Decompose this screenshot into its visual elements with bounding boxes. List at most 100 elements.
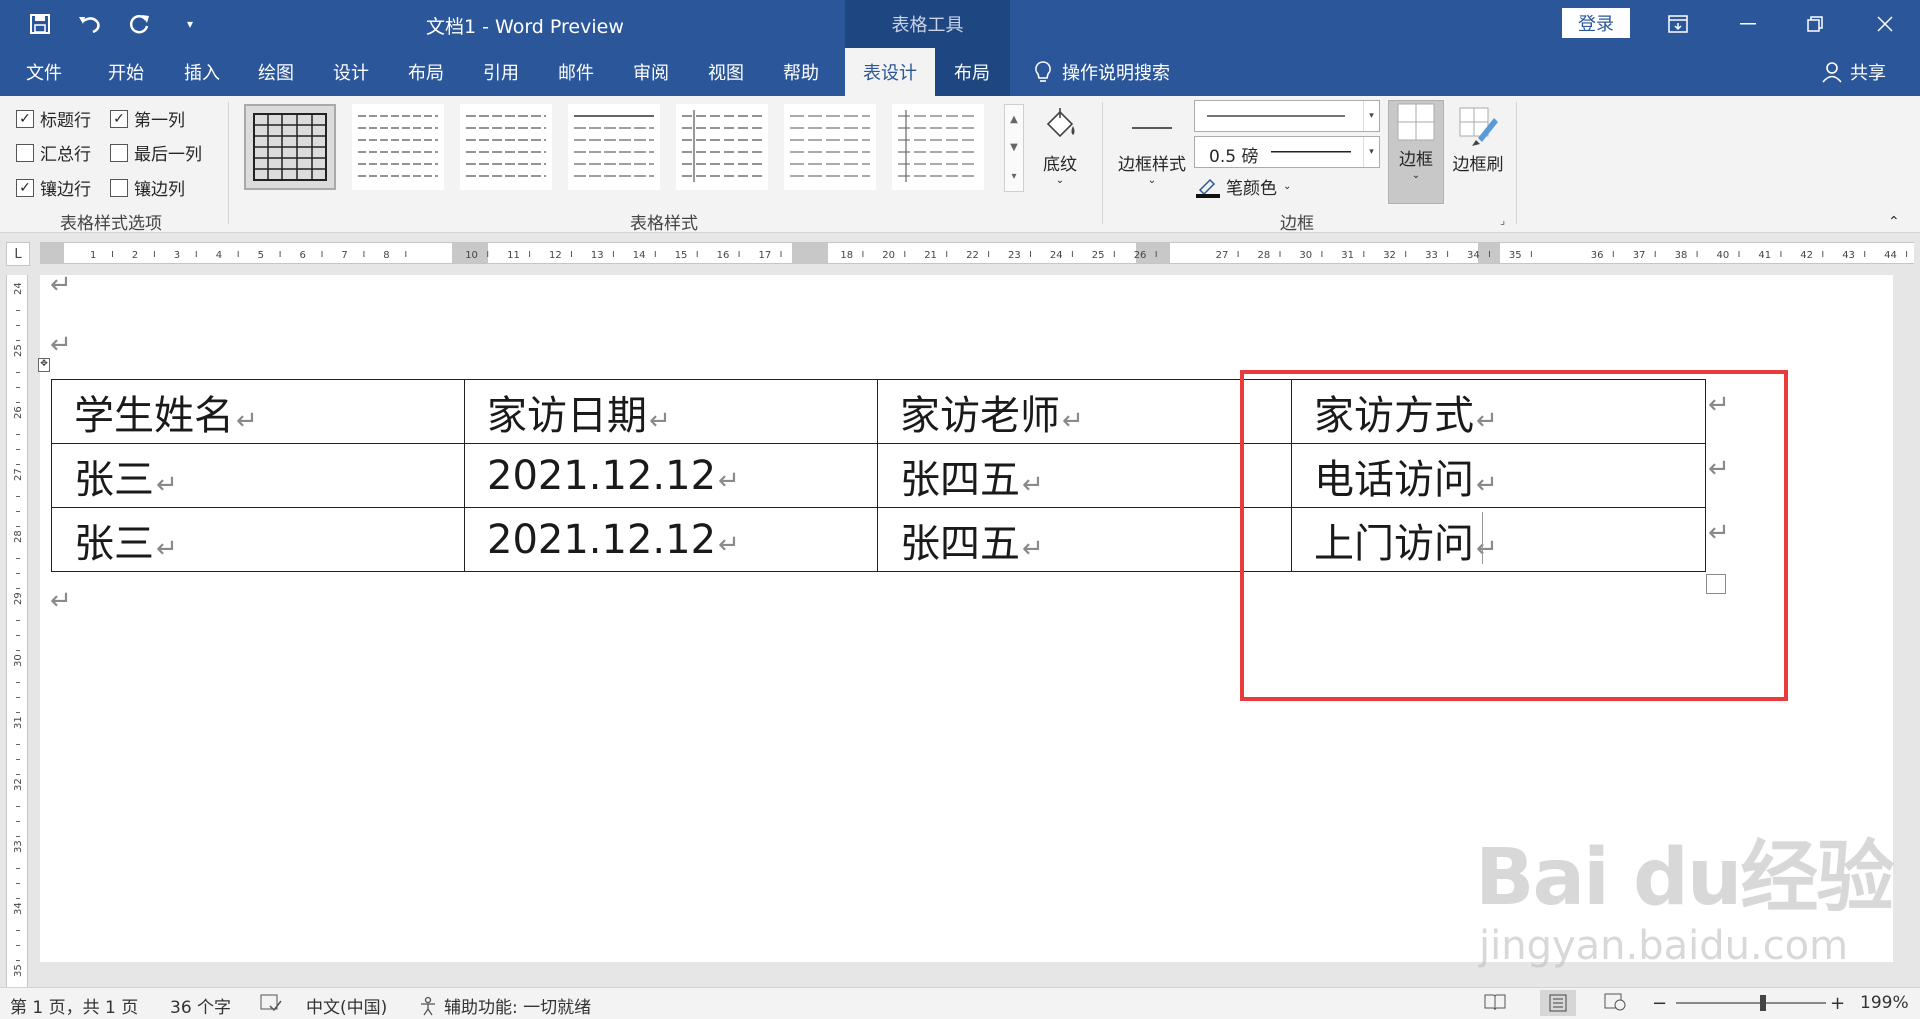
table-cell[interactable]: 家访日期↵ <box>464 379 878 444</box>
scroll-down-icon[interactable]: ▼ <box>1010 142 1018 153</box>
zoom-out-button[interactable]: − <box>1652 993 1667 1014</box>
ruler-tick <box>1279 251 1281 257</box>
tab-table-design[interactable]: 表设计 <box>845 48 935 96</box>
table-cell[interactable]: 张三↵ <box>51 507 465 572</box>
expand-gallery-icon[interactable]: ▾ <box>1011 171 1016 182</box>
proofing-icon[interactable] <box>260 993 282 1018</box>
status-bar: 第 1 页，共 1 页 36 个字 中文(中国) 辅助功能: 一切就绪 − + … <box>0 987 1920 1019</box>
word-count[interactable]: 36 个字 <box>170 993 231 1018</box>
table-style-plain-6[interactable] <box>892 104 984 190</box>
last-column-checkbox[interactable]: 最后一列 <box>110 140 202 165</box>
ruler-tick <box>1864 251 1866 257</box>
ribbon-display-icon[interactable] <box>1648 0 1708 48</box>
ruler-tick <box>862 251 864 257</box>
ruler-tick-label: 8 <box>383 250 389 261</box>
tab-view[interactable]: 视图 <box>696 48 756 96</box>
table-styles-gallery <box>244 104 1024 192</box>
first-column-checkbox[interactable]: ✓ 第一列 <box>110 106 185 131</box>
ruler-tick-label: 23 <box>1008 250 1021 261</box>
ruler-tick <box>16 821 20 822</box>
zoom-slider-thumb[interactable] <box>1760 995 1766 1011</box>
borders-button[interactable]: 边框 ⌄ <box>1388 100 1444 204</box>
ruler-tick <box>1612 251 1614 257</box>
zoom-level[interactable]: 199% <box>1860 993 1909 1013</box>
total-row-checkbox[interactable]: 汇总行 <box>16 140 91 165</box>
tab-review[interactable]: 审阅 <box>621 48 681 96</box>
table-style-plain-4[interactable] <box>676 104 768 190</box>
tab-file[interactable]: 文件 <box>14 48 74 96</box>
tab-design[interactable]: 设计 <box>321 48 381 96</box>
table-style-plain-5[interactable] <box>784 104 876 190</box>
table-cell[interactable]: 张四五↵ <box>877 507 1292 572</box>
redo-icon[interactable] <box>126 10 154 38</box>
ruler-tick <box>1530 251 1532 257</box>
tab-mailings[interactable]: 邮件 <box>546 48 606 96</box>
ruler-tick-label: 4 <box>216 250 222 261</box>
read-mode-icon[interactable] <box>1484 993 1506 1016</box>
ruler-tick-label: 32 <box>13 778 24 791</box>
line-weight-dropdown[interactable]: 0.5 磅 ▾ <box>1194 136 1380 168</box>
ruler-tick-label: 34 <box>13 902 24 915</box>
language[interactable]: 中文(中国) <box>306 993 387 1018</box>
ruler-tick <box>904 251 906 257</box>
tab-layout[interactable]: 布局 <box>396 48 456 96</box>
scroll-up-icon[interactable]: ▲ <box>1010 114 1018 125</box>
zoom-in-button[interactable]: + <box>1830 993 1845 1014</box>
ruler-tick <box>696 251 698 257</box>
ruler-tick <box>612 251 614 257</box>
vertical-scrollbar[interactable] <box>1896 275 1920 987</box>
ruler-tick <box>16 682 20 683</box>
table-cell[interactable]: 2021.12.12↵ <box>464 443 878 508</box>
tell-me-search[interactable]: 操作说明搜索 <box>1034 48 1170 96</box>
ruler-tick <box>153 251 155 257</box>
banded-columns-checkbox[interactable]: 镶边列 <box>110 175 185 200</box>
zoom-slider[interactable] <box>1676 1002 1826 1004</box>
table-cell[interactable]: 2021.12.12↵ <box>464 507 878 572</box>
tab-references[interactable]: 引用 <box>471 48 531 96</box>
minimize-icon[interactable] <box>1718 0 1778 48</box>
tab-insert[interactable]: 插入 <box>172 48 232 96</box>
collapse-ribbon-icon[interactable]: ⌃ <box>1888 214 1900 230</box>
ruler-tick-label: 24 <box>1050 250 1063 261</box>
table-move-handle[interactable]: ✥ <box>38 358 50 372</box>
table-style-plain-3[interactable] <box>568 104 660 190</box>
table-style-grid[interactable] <box>244 104 336 190</box>
page-count[interactable]: 第 1 页，共 1 页 <box>10 993 138 1018</box>
shading-button[interactable]: 底纹 ⌄ <box>1034 104 1086 186</box>
line-style-dropdown[interactable]: ▾ <box>1194 100 1380 132</box>
title-bar: ▾ 文档1 - Word Preview 表格工具 登录 <box>0 0 1920 48</box>
tab-table-layout[interactable]: 布局 <box>942 48 1002 96</box>
print-layout-icon[interactable] <box>1540 990 1576 1016</box>
style-options-group-label: 表格样式选项 <box>60 214 162 234</box>
ruler-area: L 1 2 3 4 5 6 7 8 10 11 12 13 14 15 16 17 18 20 21 22 23 24 25… <box>0 234 1920 274</box>
chevron-down-icon: ⌄ <box>1147 175 1157 186</box>
tab-home[interactable]: 开始 <box>96 48 156 96</box>
tab-help[interactable]: 帮助 <box>771 48 831 96</box>
pen-color-button[interactable]: 笔颜色 ⌄ <box>1196 174 1291 199</box>
accessibility-status[interactable]: 辅助功能: 一切就绪 <box>418 993 591 1018</box>
header-row-checkbox[interactable]: ✓ 标题行 <box>16 106 91 131</box>
border-painter-button[interactable]: 边框刷 <box>1448 104 1508 175</box>
border-styles-button[interactable]: 边框样式 ⌄ <box>1114 104 1190 186</box>
table-style-plain-1[interactable] <box>352 104 444 190</box>
table-style-plain-2[interactable] <box>460 104 552 190</box>
table-cell[interactable]: 张四五↵ <box>877 443 1292 508</box>
tab-draw[interactable]: 绘图 <box>246 48 306 96</box>
undo-icon[interactable] <box>76 10 104 38</box>
gallery-scroll[interactable]: ▲ ▼ ▾ <box>1004 104 1024 192</box>
vertical-ruler[interactable]: 24 25 26 27 28 29 30 31 32 33 34 35 <box>6 275 28 987</box>
tab-selector-icon[interactable]: L <box>6 242 30 266</box>
banded-rows-checkbox[interactable]: ✓ 镶边行 <box>16 175 91 200</box>
table-cell[interactable]: 张三↵ <box>51 443 465 508</box>
dialog-launcher-icon[interactable]: ⌟ <box>1500 214 1505 227</box>
customize-icon[interactable]: ▾ <box>176 10 204 38</box>
web-layout-icon[interactable] <box>1604 993 1626 1016</box>
table-cell[interactable]: 家访老师↵ <box>877 379 1292 444</box>
horizontal-ruler[interactable]: 1 2 3 4 5 6 7 8 10 11 12 13 14 15 16 17 18 20 21 22 23 24 25 26… <box>40 242 1914 264</box>
login-button[interactable]: 登录 <box>1562 8 1630 38</box>
save-icon[interactable] <box>26 10 54 38</box>
share-button[interactable]: 共享 <box>1822 48 1886 96</box>
table-cell[interactable]: 学生姓名↵ <box>51 379 465 444</box>
close-icon[interactable] <box>1855 0 1915 48</box>
restore-icon[interactable] <box>1785 0 1845 48</box>
